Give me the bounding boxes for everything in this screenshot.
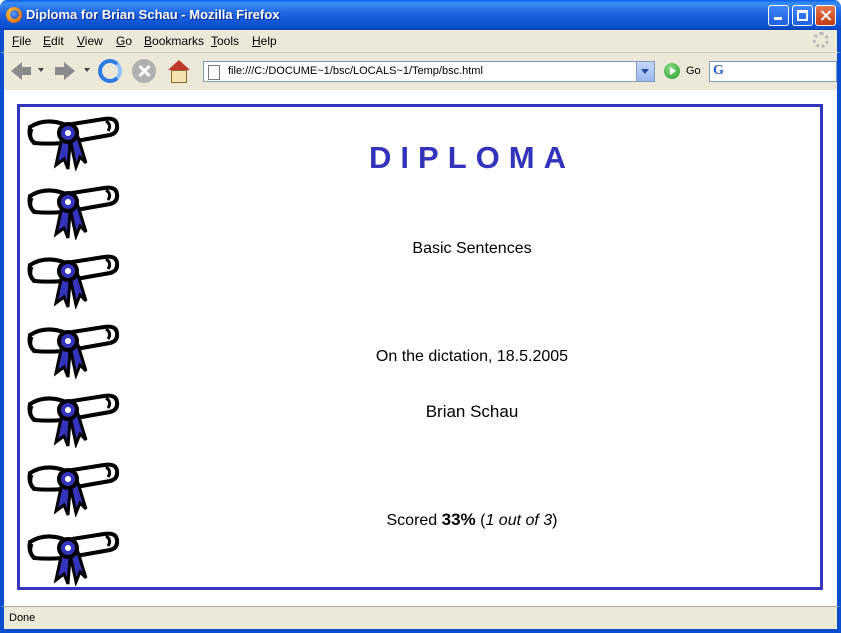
score-fraction: 1 out of 3 (485, 512, 553, 529)
reload-icon[interactable] (98, 59, 122, 83)
go-button-label[interactable]: Go (686, 65, 701, 77)
diploma-ribbon-icon (27, 324, 120, 379)
menu-edit[interactable]: Edit (43, 34, 64, 48)
back-history-dropdown-icon[interactable] (38, 68, 44, 72)
url-bar[interactable]: file:///C:/DOCUME~1/bsc/LOCALS~1/Temp/bs… (203, 61, 655, 82)
diploma-ribbon-icon (27, 185, 120, 240)
status-bar: Done (0, 606, 841, 633)
menu-go[interactable]: Go (116, 34, 132, 48)
menu-file[interactable]: File (12, 34, 31, 48)
firefox-icon (6, 7, 22, 23)
go-icon[interactable] (664, 63, 680, 79)
url-text[interactable]: file:///C:/DOCUME~1/bsc/LOCALS~1/Temp/bs… (228, 65, 483, 77)
diploma-title: DIPLOMA (369, 140, 575, 175)
google-search-icon[interactable]: G (713, 63, 724, 79)
score-open: ( (475, 512, 486, 529)
forward-arrow-icon[interactable] (52, 58, 78, 84)
navigation-toolbar: file:///C:/DOCUME~1/bsc/LOCALS~1/Temp/bs… (0, 52, 841, 90)
menu-help[interactable]: Help (252, 34, 277, 48)
title-bar: Diploma for Brian Schau - Mozilla Firefo… (0, 0, 841, 30)
score-prefix: Scored (386, 512, 442, 529)
menu-bookmarks[interactable]: Bookmarks (144, 34, 204, 48)
home-icon[interactable] (166, 58, 192, 84)
diploma-subject: Basic Sentences (412, 240, 532, 257)
minimize-button[interactable] (768, 5, 789, 26)
window-title: Diploma for Brian Schau - Mozilla Firefo… (26, 7, 280, 22)
forward-history-dropdown-icon[interactable] (84, 68, 90, 72)
stop-icon[interactable] (132, 59, 156, 83)
search-box[interactable]: G (709, 61, 837, 82)
back-arrow-icon[interactable] (8, 58, 34, 84)
menu-view[interactable]: View (77, 34, 103, 48)
score-percent: 33% (441, 510, 476, 529)
menu-bar: File Edit View Go Bookmarks Tools Help (0, 30, 841, 52)
diploma-ribbon-icon (27, 116, 120, 171)
diploma-ribbon-icon (27, 462, 120, 517)
url-history-dropdown-icon[interactable] (636, 62, 654, 81)
diploma-ribbon-icon (27, 393, 120, 448)
diploma-dictation-line: On the dictation, 18.5.2005 (375, 348, 569, 365)
score-line: Scored 33% (1 out of 3) (122, 510, 822, 530)
page-icon (208, 65, 220, 80)
diploma-ribbon-icon (27, 531, 120, 586)
close-button[interactable] (815, 5, 836, 26)
menu-tools[interactable]: Tools (211, 34, 239, 48)
status-text: Done (9, 612, 36, 624)
diploma-ribbon-icon (27, 254, 120, 309)
score-close: ) (552, 512, 558, 529)
throbber-icon (813, 32, 829, 48)
maximize-button[interactable] (792, 5, 813, 26)
recipient-name: Brian Schau (425, 402, 519, 421)
window-frame-right (837, 90, 841, 606)
